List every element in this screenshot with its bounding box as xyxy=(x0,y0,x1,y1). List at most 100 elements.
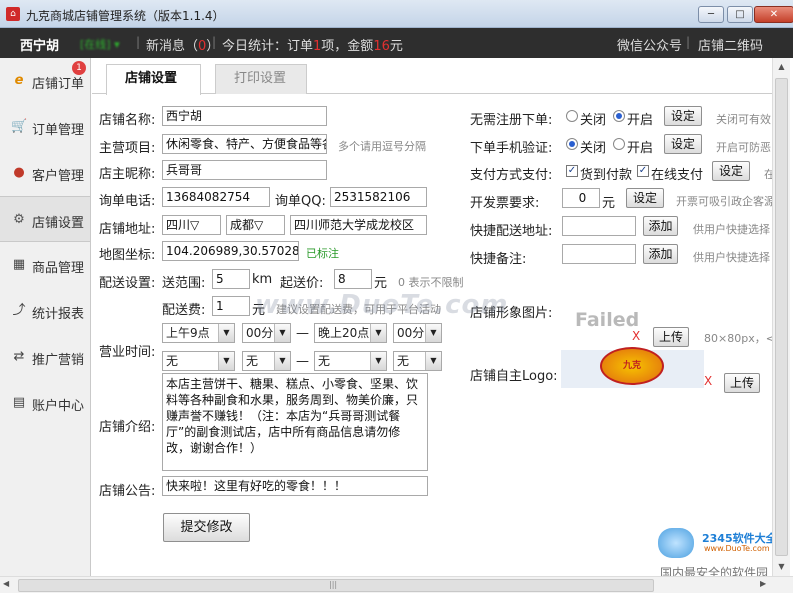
sidebar-item-shop-orders[interactable]: e 店铺订单 1 xyxy=(0,58,90,104)
sidebar-item-label: 订单管理 xyxy=(32,123,85,138)
quick-note-add-button[interactable]: 添加 xyxy=(643,244,678,264)
min-price-input[interactable]: 8 xyxy=(334,269,372,289)
sidebar-item-account[interactable]: ▤ 账户中心 xyxy=(0,380,90,426)
tab-shop-settings[interactable]: 店铺设置 xyxy=(106,64,201,95)
online-status-dropdown[interactable]: [在线] ▾ xyxy=(80,36,120,52)
main-items-input[interactable]: 休闲零食、特产、方便食品等各 xyxy=(162,134,327,154)
notice-input[interactable]: 快来啦！这里有好吃的零食！！！ xyxy=(162,476,428,496)
open-hour-value: 上午9点 xyxy=(166,326,210,340)
phone-input[interactable]: 13684082754 xyxy=(162,187,270,207)
shop-name-input[interactable]: 西宁胡 xyxy=(162,106,327,126)
new-messages-link[interactable]: 新消息（0） xyxy=(146,35,219,54)
no-register-on-radio[interactable] xyxy=(613,110,625,122)
intro-textarea[interactable]: 本店主营饼干、糖果、糕点、小零食、坚果、饮料等各种副食和水果，服务周到、物美价廉… xyxy=(162,373,428,471)
horizontal-scrollbar[interactable]: ◀ ||| ▶ xyxy=(0,576,793,593)
submit-button[interactable]: 提交修改 xyxy=(163,513,250,542)
scroll-right-icon[interactable]: ▶ xyxy=(760,579,766,588)
qq-input[interactable]: 2531582106 xyxy=(330,187,427,207)
shop-name: 西宁胡 xyxy=(20,39,60,54)
chevron-down-icon: ▼ xyxy=(425,324,441,342)
mascot-icon xyxy=(658,528,694,558)
tab-print-settings[interactable]: 打印设置 xyxy=(215,64,307,94)
no-register-off-label: 关闭 xyxy=(580,113,607,128)
sidebar-item-label: 账户中心 xyxy=(32,399,85,414)
city-select[interactable]: 成都▽ xyxy=(226,215,285,235)
chevron-down-icon: ▼ xyxy=(370,352,386,370)
close-button[interactable]: ✕ xyxy=(754,6,793,23)
sidebar-item-shop-settings[interactable]: ⚙ 店铺设置 xyxy=(0,196,90,242)
phone-verify-on-radio[interactable] xyxy=(613,138,625,150)
separator: | xyxy=(136,35,141,49)
address-input[interactable]: 四川师范大学成龙校区 xyxy=(290,215,427,235)
min-price-hint: 0 表示不限制 xyxy=(398,276,464,289)
payment-set-button[interactable]: 设定 xyxy=(712,161,750,181)
quick-address-input[interactable] xyxy=(562,216,636,236)
close-hour-2-select[interactable]: 无 ▼ xyxy=(314,351,387,371)
scroll-down-icon[interactable]: ▼ xyxy=(773,558,790,575)
hours-label: 营业时间: xyxy=(99,345,156,360)
no-register-set-button[interactable]: 设定 xyxy=(664,106,702,126)
quick-note-input[interactable] xyxy=(562,244,636,264)
close-minute-2-select[interactable]: 无 ▼ xyxy=(393,351,442,371)
chevron-down-icon: ▼ xyxy=(218,352,234,370)
hscroll-thumb[interactable]: ||| xyxy=(18,579,654,592)
sidebar-item-reports[interactable]: ⤴ 统计报表 xyxy=(0,288,90,334)
open-hour-2-value: 无 xyxy=(166,354,179,368)
title-bar: ⌂ 九克商城店铺管理系统（版本1.1.4） ─ □ ✕ xyxy=(0,0,793,28)
scroll-left-icon[interactable]: ◀ xyxy=(3,579,9,588)
coords-input[interactable]: 104.206989,30.570282 xyxy=(162,241,299,261)
sidebar-item-label: 商品管理 xyxy=(32,261,85,276)
shop-logo-image: 九克 xyxy=(600,347,664,385)
chart-icon: ⤴ xyxy=(12,303,26,318)
range-label: 送范围: xyxy=(162,276,206,291)
phone-verify-set-button[interactable]: 设定 xyxy=(664,134,702,154)
wechat-link[interactable]: 微信公众号 xyxy=(617,35,682,54)
minimize-button[interactable]: ─ xyxy=(698,6,724,23)
scroll-thumb[interactable] xyxy=(775,78,788,556)
brand-url: www.DuoTe.com xyxy=(704,544,770,553)
upload-logo-button[interactable]: 上传 xyxy=(724,373,760,393)
open-minute-select[interactable]: 00分 ▼ xyxy=(242,323,291,343)
upload-image-button[interactable]: 上传 xyxy=(653,327,689,347)
scroll-up-icon[interactable]: ▲ xyxy=(773,58,790,75)
tab-bar: 店铺设置 打印设置 xyxy=(92,58,772,95)
maximize-button[interactable]: □ xyxy=(727,6,753,23)
no-register-off-radio[interactable] xyxy=(566,110,578,122)
open-hour-2-select[interactable]: 无 ▼ xyxy=(162,351,235,371)
quick-address-label: 快捷配送地址: xyxy=(470,224,553,239)
phone-label: 询单电话: xyxy=(99,194,156,209)
sidebar-item-label: 店铺设置 xyxy=(32,216,85,231)
open-hour-select[interactable]: 上午9点 ▼ xyxy=(162,323,235,343)
sidebar-item-marketing[interactable]: ⇄ 推广营销 xyxy=(0,334,90,380)
province-select[interactable]: 四川▽ xyxy=(162,215,221,235)
sidebar-item-customer-management[interactable]: ● 客户管理 xyxy=(0,150,90,196)
invoice-unit: 元 xyxy=(602,196,616,211)
fee-input[interactable]: 1 xyxy=(212,296,250,316)
shop-qr-link[interactable]: 店铺二维码 xyxy=(698,35,763,54)
invoice-input[interactable]: 0 xyxy=(562,188,600,208)
online-pay-checkbox[interactable]: ✓ xyxy=(637,165,649,177)
phone-verify-off-radio[interactable] xyxy=(566,138,578,150)
phone-verify-label: 下单手机验证: xyxy=(470,141,553,156)
sidebar-item-product-management[interactable]: ▦ 商品管理 xyxy=(0,242,90,288)
today-stats: 今日统计：订单1项，金额16元 xyxy=(222,35,403,54)
quick-address-add-button[interactable]: 添加 xyxy=(643,216,678,236)
cod-checkbox[interactable]: ✓ xyxy=(566,165,578,177)
range-input[interactable]: 5 xyxy=(212,269,250,289)
open-minute-2-select[interactable]: 无 ▼ xyxy=(242,351,291,371)
owner-label: 店主昵称: xyxy=(99,167,156,182)
ie-icon: e xyxy=(14,73,24,88)
ledger-icon: ▤ xyxy=(12,395,26,410)
app-icon: ⌂ xyxy=(6,7,20,21)
sidebar-item-order-management[interactable]: 🛒 订单管理 xyxy=(0,104,90,150)
vertical-scrollbar[interactable]: ▲ ▼ xyxy=(772,58,790,576)
remove-logo-icon[interactable]: X xyxy=(704,374,712,388)
invoice-set-button[interactable]: 设定 xyxy=(626,188,664,208)
close-minute-select[interactable]: 00分 ▼ xyxy=(393,323,442,343)
close-hour-select[interactable]: 晚上20点 ▼ xyxy=(314,323,387,343)
sidebar-item-label: 店铺订单 xyxy=(32,77,85,92)
owner-input[interactable]: 兵哥哥 xyxy=(162,160,327,180)
chevron-down-icon: ▼ xyxy=(425,352,441,370)
coords-status: 已标注 xyxy=(306,247,339,260)
remove-image-icon[interactable]: X xyxy=(632,329,640,343)
